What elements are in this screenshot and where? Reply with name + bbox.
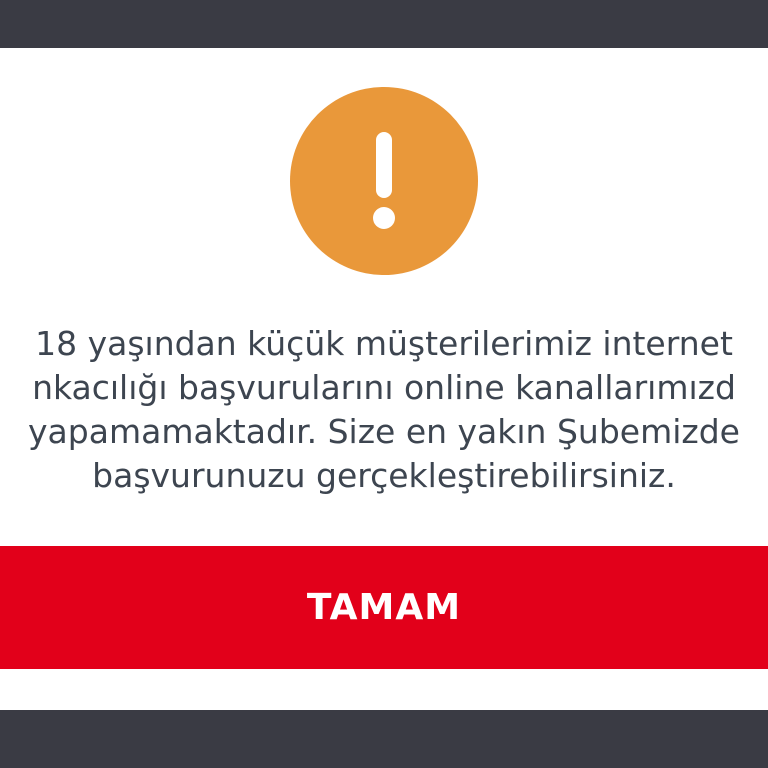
exclamation-icon-dot: [373, 207, 395, 229]
exclamation-icon: [290, 87, 478, 275]
ok-button[interactable]: TAMAM: [0, 546, 768, 669]
alert-message-line: 18 yaşından küçük müşterilerimiz interne…: [35, 324, 733, 363]
alert-message: 18 yaşından küçük müşterilerimiz interne…: [0, 322, 768, 498]
alert-message-line: nkacılığı başvurularını online kanalları…: [32, 368, 736, 407]
alert-message-line: yapamamaktadır. Size en yakın Şubemizde: [28, 412, 740, 451]
alert-dialog: 18 yaşından küçük müşterilerimiz interne…: [0, 48, 768, 710]
alert-message-line: başvurunuzu gerçekleştirebilirsiniz.: [92, 456, 676, 495]
screen: 18 yaşından küçük müşterilerimiz interne…: [0, 0, 768, 768]
exclamation-icon-bar: [376, 132, 392, 198]
